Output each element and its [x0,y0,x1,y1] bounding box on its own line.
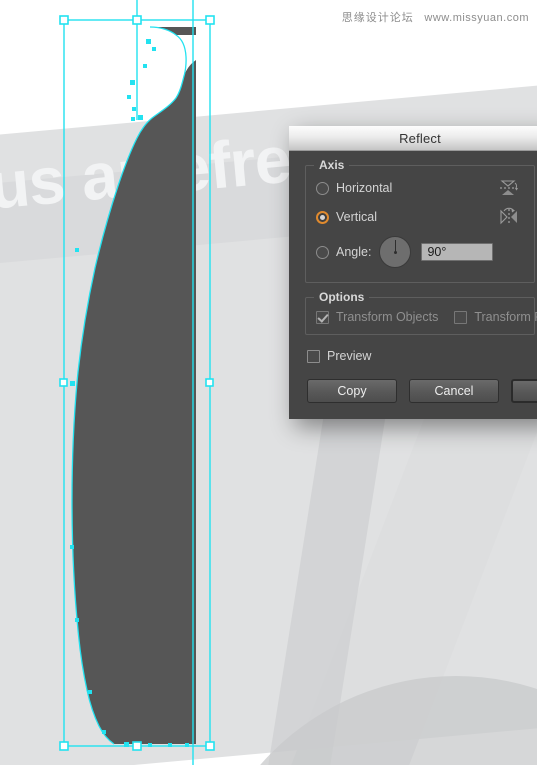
radio-vertical[interactable] [316,210,329,224]
axis-legend: Axis [314,158,350,172]
dialog-body: Axis Horizontal Vertical Angle: 90° Opti… [289,151,537,419]
axis-fieldset: Axis Horizontal Vertical Angle: 90° [305,158,535,283]
options-row: Transform Objects Transform P [316,310,537,324]
checkbox-transform-objects[interactable]: Transform Objects [316,310,438,324]
dialog-titlebar[interactable]: Reflect [289,126,537,151]
angle-dial[interactable] [379,236,412,268]
copy-button[interactable]: Copy [307,379,397,403]
axis-option-vertical[interactable]: Vertical [316,207,524,227]
axis-option-angle[interactable]: Angle: [316,236,524,268]
ok-button[interactable] [511,379,537,403]
angle-input[interactable] [421,243,494,261]
options-fieldset: Options Transform Objects Transform P [305,290,537,335]
checkbox-preview-label: Preview [327,349,372,363]
watermark: 思缘设计论坛 www.missyuan.com [342,9,529,25]
checkbox-preview-box[interactable] [307,349,320,363]
reflect-vertical-icon [500,207,517,225]
watermark-url: www.missyuan.com [424,12,529,24]
radio-horizontal-label: Horizontal [336,181,393,195]
watermark-cn: 思缘设计论坛 [341,12,414,24]
radio-angle-label: Angle: [336,245,372,259]
checkbox-transform-objects-label: Transform Objects [336,310,439,324]
reflect-dialog[interactable]: Reflect Axis Horizontal Vertical Angle: … [289,126,537,419]
reflect-horizontal-icon [500,180,518,195]
checkbox-transform-patterns-label: Transform P [474,310,537,324]
checkbox-transform-patterns[interactable]: Transform P [454,310,537,324]
options-legend: Options [314,290,370,304]
axis-option-horizontal[interactable]: Horizontal [316,178,524,198]
radio-angle[interactable] [316,245,329,259]
dialog-title: Reflect [399,130,441,146]
checkbox-transform-objects-box[interactable] [316,310,329,324]
cancel-button[interactable]: Cancel [409,379,499,403]
checkbox-preview[interactable]: Preview [307,349,535,363]
dialog-button-row: Copy Cancel [307,379,537,403]
radio-vertical-label: Vertical [336,210,377,224]
screenshot-root: us an efre 思缘设计论坛 www.missyuan.com Refle… [0,0,537,765]
radio-horizontal[interactable] [316,181,329,195]
checkbox-transform-patterns-box[interactable] [454,310,468,324]
